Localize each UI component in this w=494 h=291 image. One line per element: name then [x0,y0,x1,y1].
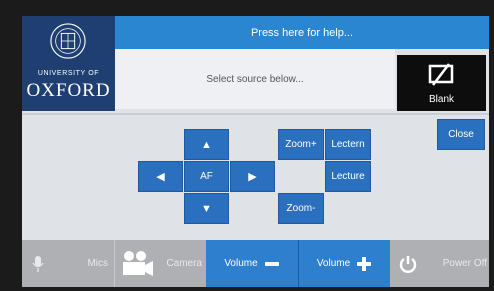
power-off-button[interactable]: Power Off [390,240,489,287]
plus-icon [356,256,372,272]
logo-line-1: UNIVERSITY OF [37,70,100,77]
oxford-crest-icon [50,23,86,59]
volume-down-button[interactable]: Volume [206,240,298,287]
close-button[interactable]: Close [437,119,485,150]
pan-right-button[interactable]: ▶ [230,161,275,192]
mics-label: Mics [87,258,108,269]
bottom-bar: Mics Camera Volume Volume Power Off [22,240,489,287]
preset-lectern-button[interactable]: Lectern [325,129,371,160]
microphone-icon [32,255,44,273]
camera-label: Camera [166,258,202,269]
pan-down-button[interactable]: ▼ [184,193,229,224]
pan-up-button[interactable]: ▲ [184,129,229,160]
power-off-label: Power Off [442,258,487,269]
camera-icon [121,250,155,278]
oxford-logo: UNIVERSITY OF OXFORD [22,16,115,111]
volume-down-label: Volume [224,258,258,269]
camera-button[interactable]: Camera [114,240,206,287]
blank-screen-icon [428,63,454,86]
pan-left-button[interactable]: ◀ [138,161,183,192]
volume-up-button[interactable]: Volume [298,240,390,287]
touch-panel: UNIVERSITY OF OXFORD Press here for help… [22,16,489,287]
volume-up-label: Volume [316,258,351,269]
zoom-out-button[interactable]: Zoom- [278,193,324,224]
logo-line-2: OXFORD [26,80,111,101]
source-prompt: Select source below... [115,49,395,109]
mics-button[interactable]: Mics [22,240,114,287]
zoom-in-button[interactable]: Zoom+ [278,129,324,160]
blank-label: Blank [428,94,454,105]
divider [22,113,489,115]
preset-lecture-button[interactable]: Lecture [325,161,371,192]
blank-button[interactable]: Blank [397,55,486,111]
minus-icon [264,256,280,272]
power-icon [398,254,418,274]
autofocus-button[interactable]: AF [184,161,229,192]
help-button[interactable]: Press here for help... [115,16,489,49]
